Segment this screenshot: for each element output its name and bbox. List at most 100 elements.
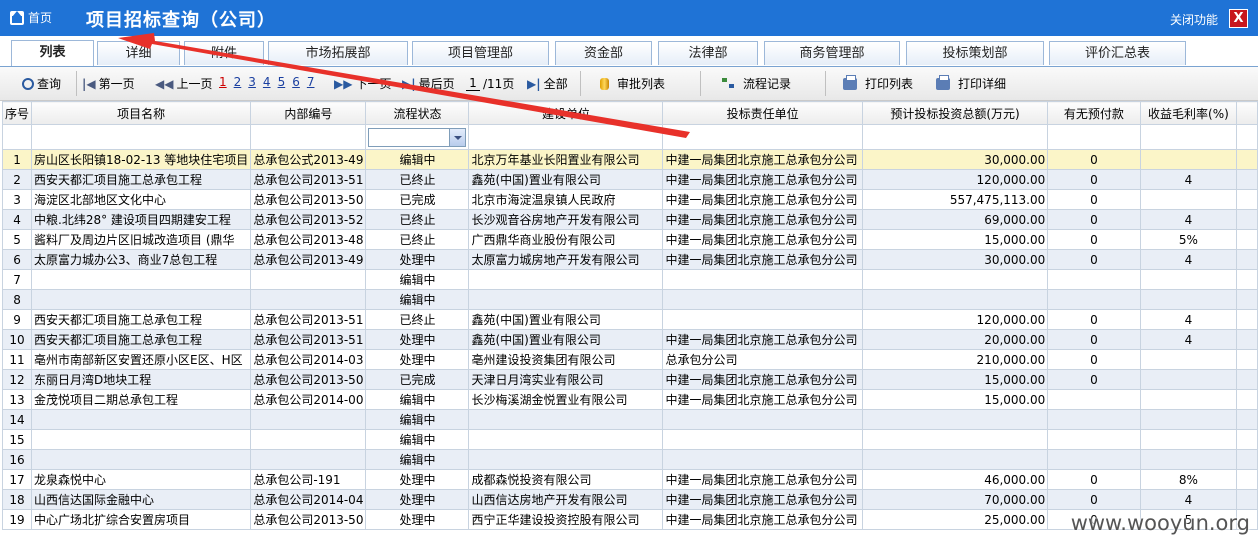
tab-list[interactable]: 列表 bbox=[11, 40, 94, 66]
table-row[interactable]: 15 编辑中 bbox=[1, 429, 1258, 450]
table-cell[interactable] bbox=[662, 309, 863, 330]
status-filter-select[interactable] bbox=[368, 127, 467, 147]
table-cell[interactable]: 9 bbox=[1, 309, 33, 330]
table-cell[interactable]: 北京万年基业长阳置业有限公司 bbox=[468, 149, 664, 170]
table-cell[interactable]: 13 bbox=[1, 389, 33, 410]
table-row[interactable]: 12 东丽日月湾D地块工程 总承包公司2013-50 已完成 天津日月湾实业有限公司 中建… bbox=[1, 369, 1258, 390]
page-link-1[interactable]: 1 bbox=[219, 75, 227, 89]
table-cell[interactable] bbox=[1139, 149, 1238, 170]
table-cell[interactable]: 总承包公司2013-50 bbox=[250, 189, 367, 210]
table-cell[interactable]: 4 bbox=[1139, 329, 1238, 350]
table-cell[interactable] bbox=[662, 449, 863, 470]
table-cell[interactable]: 中建一局集团北京施工总承包分公司 bbox=[662, 249, 863, 270]
table-cell[interactable]: 已完成 bbox=[365, 189, 470, 210]
table-cell[interactable] bbox=[250, 289, 367, 310]
filter-cell[interactable] bbox=[1047, 124, 1141, 150]
tab-detail[interactable]: 详细 bbox=[97, 41, 180, 65]
table-row[interactable]: 7 编辑中 bbox=[1, 269, 1258, 290]
table-cell[interactable]: 已完成 bbox=[365, 369, 470, 390]
table-cell[interactable]: 16 bbox=[1, 449, 33, 470]
table-cell[interactable]: 70,000.00 bbox=[861, 489, 1049, 510]
table-cell[interactable]: 编辑中 bbox=[365, 289, 470, 310]
all-button[interactable]: ▶| 全部 bbox=[527, 75, 568, 92]
table-cell[interactable]: 0 bbox=[1047, 489, 1141, 510]
table-row[interactable]: 19 中心广场北扩综合安置房项目 总承包公司2013-50 处理中 西宁正华建设投资控股… bbox=[1, 509, 1258, 530]
table-cell[interactable] bbox=[1139, 449, 1238, 470]
table-cell[interactable]: 4 bbox=[1, 209, 33, 230]
table-cell[interactable]: 海淀区北部地区文化中心 bbox=[31, 189, 252, 210]
page-link-3[interactable]: 3 bbox=[248, 75, 256, 89]
table-cell[interactable] bbox=[31, 429, 252, 450]
table-cell[interactable]: 7 bbox=[1, 269, 33, 290]
table-cell[interactable]: 处理中 bbox=[365, 509, 470, 530]
table-row[interactable]: 14 编辑中 bbox=[1, 409, 1258, 430]
table-cell[interactable]: 中建一局集团北京施工总承包分公司 bbox=[662, 389, 863, 410]
table-row[interactable]: 11 亳州市南部新区安置还原小区E区、H区 总承包公司2014-03 处理中 亳州建设投… bbox=[1, 349, 1258, 370]
table-cell[interactable]: 46,000.00 bbox=[861, 469, 1049, 490]
tab-bid-planning[interactable]: 投标策划部 bbox=[906, 41, 1044, 65]
tab-evaluation[interactable]: 评价汇总表 bbox=[1049, 41, 1186, 65]
table-row[interactable]: 17 龙泉森悦中心 总承包公司-191 处理中 成都森悦投资有限公司 中建一局集团北京施工… bbox=[1, 469, 1258, 490]
table-cell[interactable]: 15 bbox=[1, 429, 33, 450]
table-cell[interactable]: 总承包公司2013-51 bbox=[250, 329, 367, 350]
tab-attachment[interactable]: 附件 bbox=[184, 41, 264, 65]
table-cell[interactable]: 19 bbox=[1, 509, 33, 530]
table-cell[interactable] bbox=[1139, 349, 1238, 370]
column-header[interactable]: 收益毛利率(%) bbox=[1139, 101, 1238, 125]
filter-cell[interactable] bbox=[31, 124, 252, 150]
table-cell[interactable] bbox=[662, 409, 863, 430]
table-cell[interactable]: 6 bbox=[1, 249, 33, 270]
table-cell[interactable]: 0 bbox=[1047, 329, 1141, 350]
table-cell[interactable]: 总承包公司2013-51 bbox=[250, 309, 367, 330]
table-cell[interactable]: 中建一局集团北京施工总承包分公司 bbox=[662, 509, 863, 530]
table-cell[interactable]: 中建一局集团北京施工总承包分公司 bbox=[662, 169, 863, 190]
table-row[interactable]: 2 西安天都汇项目施工总承包工程 总承包公司2013-51 已终止 鑫苑(中国)置业有限… bbox=[1, 169, 1258, 190]
table-cell[interactable] bbox=[468, 429, 664, 450]
table-cell[interactable]: 鑫苑(中国)置业有限公司 bbox=[468, 309, 664, 330]
table-cell[interactable]: 总承包公司2014-00 bbox=[250, 389, 367, 410]
filter-cell[interactable] bbox=[250, 124, 367, 150]
table-cell[interactable]: 处理中 bbox=[365, 329, 470, 350]
column-header[interactable]: 流程状态 bbox=[365, 101, 470, 125]
table-cell[interactable]: 总承包公司-191 bbox=[250, 469, 367, 490]
table-cell[interactable]: 西安天都汇项目施工总承包工程 bbox=[31, 309, 252, 330]
table-cell[interactable] bbox=[1139, 289, 1238, 310]
column-header[interactable]: 序号 bbox=[1, 101, 33, 125]
table-cell[interactable]: 中心广场北扩综合安置房项目 bbox=[31, 509, 252, 530]
table-cell[interactable]: 0 bbox=[1047, 229, 1141, 250]
table-cell[interactable] bbox=[31, 409, 252, 430]
table-row[interactable]: 8 编辑中 bbox=[1, 289, 1258, 310]
table-cell[interactable]: 龙泉森悦中心 bbox=[31, 469, 252, 490]
table-cell[interactable]: 4 bbox=[1139, 489, 1238, 510]
table-cell[interactable]: 总承包公司2013-50 bbox=[250, 509, 367, 530]
table-cell[interactable] bbox=[1139, 429, 1238, 450]
table-cell[interactable]: 0 bbox=[1047, 369, 1141, 390]
query-button[interactable]: 查询 bbox=[22, 75, 61, 92]
table-cell[interactable] bbox=[1139, 189, 1238, 210]
table-cell[interactable]: 12 bbox=[1, 369, 33, 390]
column-header[interactable]: 有无预付款 bbox=[1047, 101, 1141, 125]
page-link-4[interactable]: 4 bbox=[263, 75, 271, 89]
table-cell[interactable]: 西安天都汇项目施工总承包工程 bbox=[31, 329, 252, 350]
table-cell[interactable]: 0 bbox=[1047, 149, 1141, 170]
table-cell[interactable] bbox=[861, 429, 1049, 450]
table-cell[interactable]: 处理中 bbox=[365, 489, 470, 510]
table-cell[interactable]: 15,000.00 bbox=[861, 389, 1049, 410]
table-cell[interactable] bbox=[861, 449, 1049, 470]
table-row[interactable]: 5 酱料厂及周边片区旧城改造项目 (鼎华 总承包公司2013-48 已终止 广西鼎华商业… bbox=[1, 229, 1258, 250]
table-cell[interactable]: 西宁正华建设投资控股有限公司 bbox=[468, 509, 664, 530]
table-cell[interactable] bbox=[468, 289, 664, 310]
table-cell[interactable]: 30,000.00 bbox=[861, 249, 1049, 270]
filter-cell[interactable] bbox=[468, 124, 664, 150]
table-cell[interactable]: 0 bbox=[1047, 189, 1141, 210]
table-cell[interactable]: 成都森悦投资有限公司 bbox=[468, 469, 664, 490]
table-cell[interactable]: 5% bbox=[1139, 229, 1238, 250]
table-cell[interactable]: 15,000.00 bbox=[861, 229, 1049, 250]
table-cell[interactable]: 中建一局集团北京施工总承包分公司 bbox=[662, 229, 863, 250]
table-cell[interactable]: 广西鼎华商业股份有限公司 bbox=[468, 229, 664, 250]
table-cell[interactable]: 金茂悦项目二期总承包工程 bbox=[31, 389, 252, 410]
table-cell[interactable]: 总承包公司2013-49 bbox=[250, 249, 367, 270]
table-cell[interactable] bbox=[1047, 409, 1141, 430]
table-cell[interactable]: 3 bbox=[1, 189, 33, 210]
table-cell[interactable]: 中建一局集团北京施工总承包分公司 bbox=[662, 189, 863, 210]
